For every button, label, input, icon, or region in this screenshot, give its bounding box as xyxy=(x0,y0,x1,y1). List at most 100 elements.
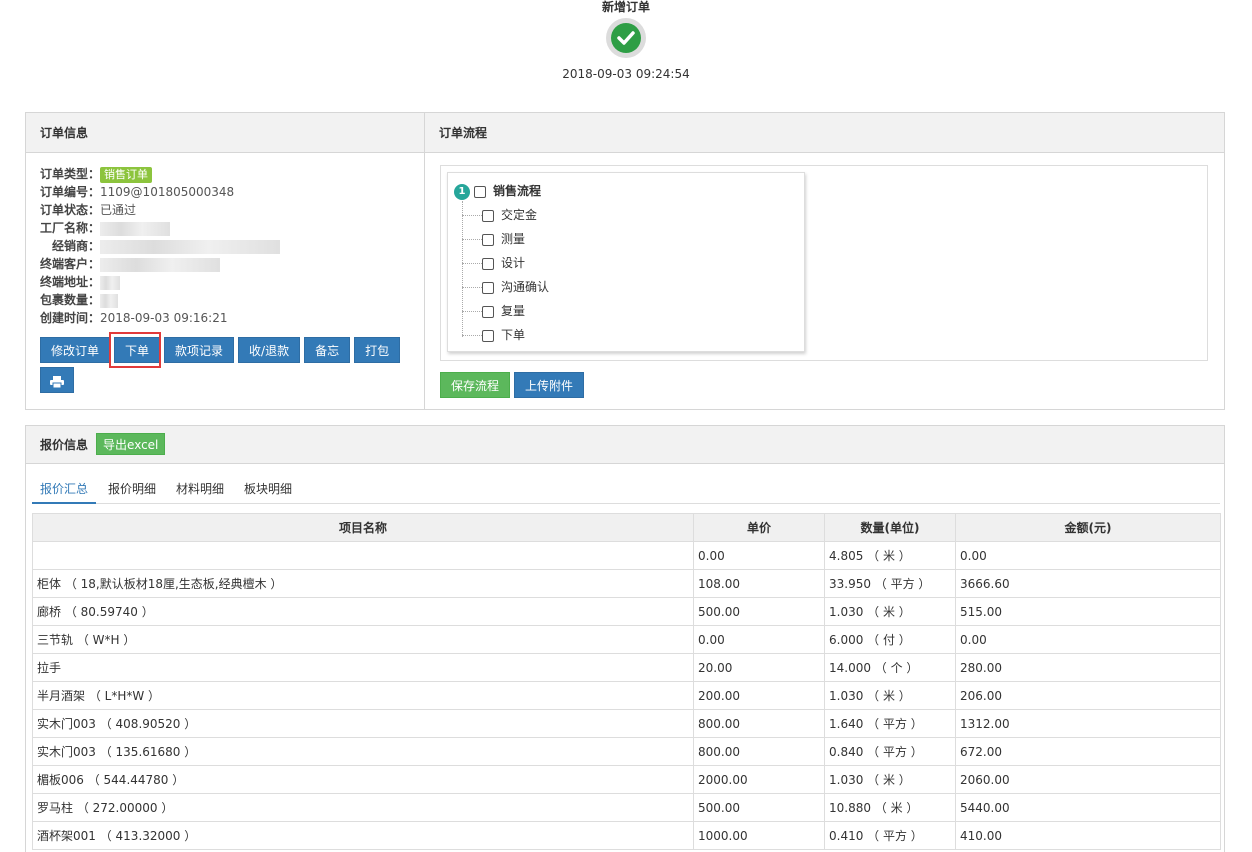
cell-unit-price: 200.00 xyxy=(693,681,825,710)
flow-item-checkbox[interactable] xyxy=(482,281,494,294)
cell-amount: 1312.00 xyxy=(955,709,1221,738)
cell-quantity: 1.030 （ 米 ） xyxy=(824,765,956,794)
tab-panel-detail[interactable]: 板块明细 xyxy=(236,477,300,504)
cell-amount: 206.00 xyxy=(955,681,1221,710)
cell-item-name: 廊桥 （ 80.59740 ） xyxy=(32,597,694,626)
flow-item-checkbox[interactable] xyxy=(482,305,494,318)
cell-amount: 410.00 xyxy=(955,821,1221,850)
redacted-value xyxy=(100,275,121,290)
cell-unit-price: 0.00 xyxy=(693,625,825,654)
cell-item-name: 实木门003 （ 408.90520 ） xyxy=(32,709,694,738)
redacted-value xyxy=(100,257,221,272)
flow-item-checkbox[interactable] xyxy=(482,233,494,246)
cell-item-name: 楣板006 （ 544.44780 ） xyxy=(32,765,694,794)
tab-quote-summary[interactable]: 报价汇总 xyxy=(32,477,97,504)
table-row: 0.00 4.805 （ 米 ） 0.00 xyxy=(32,541,1221,570)
quote-panel: 报价信息 导出excel 报价汇总 报价明细 材料明细 板块明细 项目名称 单价 数量(… xyxy=(25,425,1225,852)
cell-unit-price: 500.00 xyxy=(693,597,825,626)
cell-unit-price: 800.00 xyxy=(693,709,825,738)
field-package-count: 包裹数量： xyxy=(40,291,410,309)
flow-item-checkbox[interactable] xyxy=(482,209,494,222)
table-row: 楣板006 （ 544.44780 ） 2000.00 1.030 （ 米 ） 206… xyxy=(32,765,1221,794)
order-type-badge: 销售订单 xyxy=(100,167,153,183)
step-check-circle xyxy=(606,18,646,58)
col-item-name: 项目名称 xyxy=(32,513,694,542)
table-row: 罗马柱 （ 272.00000 ） 500.00 10.880 （ 米 ） 5440.… xyxy=(32,793,1221,822)
cell-quantity: 14.000 （ 个 ） xyxy=(824,653,956,682)
cell-unit-price: 2000.00 xyxy=(693,765,825,794)
flow-container: 1 销售流程 交定金 测量 设计 沟通确认 复量 下单 xyxy=(440,165,1208,361)
flow-item-checkbox[interactable] xyxy=(482,257,494,270)
flow-item: 交定金 xyxy=(462,206,537,224)
quote-title: 报价信息 xyxy=(40,438,89,452)
cell-quantity: 33.950 （ 平方 ） xyxy=(824,569,956,598)
order-actions: 修改订单 下单 款项记录 收/退款 备忘 打包 xyxy=(40,337,410,393)
cell-amount: 515.00 xyxy=(955,597,1221,626)
cell-quantity: 4.805 （ 米 ） xyxy=(824,541,956,570)
cell-quantity: 0.410 （ 平方 ） xyxy=(824,821,956,850)
redacted-value xyxy=(100,293,119,308)
export-excel-button[interactable]: 导出excel xyxy=(96,433,166,455)
order-info-title: 订单信息 xyxy=(26,113,424,153)
cell-quantity: 10.880 （ 米 ） xyxy=(824,793,956,822)
field-order-number: 订单编号：1109@101805000348 xyxy=(40,185,235,199)
edit-order-button[interactable]: 修改订单 xyxy=(40,337,111,363)
table-row: 酒杯架001 （ 413.32000 ） 1000.00 0.410 （ 平方 ） 4… xyxy=(32,821,1221,850)
step-number: 1 xyxy=(454,183,470,200)
pack-button[interactable]: 打包 xyxy=(354,337,401,363)
flow-item: 测量 xyxy=(462,230,525,248)
cell-item-name: 罗马柱 （ 272.00000 ） xyxy=(32,793,694,822)
flow-item: 复量 xyxy=(462,302,525,320)
quote-header: 报价信息 导出excel xyxy=(26,426,1224,464)
table-row: 柜体 （ 18,默认板材18厘,生态板,经典檀木 ） 108.00 33.950 （… xyxy=(32,569,1221,598)
cell-amount: 5440.00 xyxy=(955,793,1221,822)
cell-amount: 672.00 xyxy=(955,737,1221,766)
redacted-value xyxy=(100,239,281,254)
table-row: 半月酒架 （ L*H*W ） 200.00 1.030 （ 米 ） 206.00 xyxy=(32,681,1221,710)
col-amount: 金额(元) xyxy=(955,513,1221,542)
save-flow-button[interactable]: 保存流程 xyxy=(440,372,511,398)
cell-amount: 0.00 xyxy=(955,541,1221,570)
order-flow-title: 订单流程 xyxy=(425,113,1224,153)
cell-quantity: 1.640 （ 平方 ） xyxy=(824,709,956,738)
cell-item-name: 半月酒架 （ L*H*W ） xyxy=(32,681,694,710)
cell-unit-price: 108.00 xyxy=(693,569,825,598)
step-title: 新增订单 xyxy=(601,0,650,14)
flow-root-checkbox[interactable] xyxy=(474,185,486,198)
printer-icon xyxy=(50,375,64,388)
order-step: 新增订单 2018-09-03 09:24:54 xyxy=(0,0,1252,81)
field-order-status: 订单状态：已通过 xyxy=(40,203,137,217)
step-time: 2018-09-03 09:24:54 xyxy=(562,67,690,81)
field-order-type: 订单类型： 销售订单 xyxy=(40,165,410,183)
flow-item-checkbox[interactable] xyxy=(482,329,494,342)
cell-item-name: 三节轨 （ W*H ） xyxy=(32,625,694,654)
quote-tabs: 报价汇总 报价明细 材料明细 板块明细 xyxy=(32,477,1220,504)
cell-item-name: 拉手 xyxy=(32,653,694,682)
tab-material-detail[interactable]: 材料明细 xyxy=(168,477,232,504)
receive-refund-button[interactable]: 收/退款 xyxy=(238,337,301,363)
flow-tree: 1 销售流程 交定金 测量 设计 沟通确认 复量 下单 xyxy=(447,172,805,352)
cell-item-name: 实木门003 （ 135.61680 ） xyxy=(32,737,694,766)
table-row: 拉手 20.00 14.000 （ 个 ） 280.00 xyxy=(32,653,1221,682)
cell-item-name: 柜体 （ 18,默认板材18厘,生态板,经典檀木 ） xyxy=(32,569,694,598)
col-unit-price: 单价 xyxy=(693,513,825,542)
cell-unit-price: 20.00 xyxy=(693,653,825,682)
cell-amount: 280.00 xyxy=(955,653,1221,682)
table-row: 实木门003 （ 135.61680 ） 800.00 0.840 （ 平方 ） 67… xyxy=(32,737,1221,766)
payment-records-button[interactable]: 款项记录 xyxy=(164,337,235,363)
cell-unit-price: 0.00 xyxy=(693,541,825,570)
field-factory-name: 工厂名称： xyxy=(40,219,410,237)
table-header-row: 项目名称 单价 数量(单位) 金额(元) xyxy=(32,513,1221,542)
cell-quantity: 6.000 （ 付 ） xyxy=(824,625,956,654)
tab-quote-detail[interactable]: 报价明细 xyxy=(100,477,164,504)
cell-amount: 3666.60 xyxy=(955,569,1221,598)
order-info-fields: 订单类型： 销售订单 订单编号：1109@101805000348 订单状态：已通… xyxy=(26,153,424,327)
flow-actions: 保存流程 上传附件 xyxy=(440,372,585,398)
cell-quantity: 1.030 （ 米 ） xyxy=(824,597,956,626)
field-created-time: 创建时间：2018-09-03 09:16:21 xyxy=(40,311,228,325)
flow-item: 设计 xyxy=(462,254,525,272)
print-button[interactable] xyxy=(40,367,74,393)
upload-attachment-button[interactable]: 上传附件 xyxy=(514,372,585,398)
field-dealer: 经销商： xyxy=(40,237,410,255)
memo-button[interactable]: 备忘 xyxy=(304,337,351,363)
